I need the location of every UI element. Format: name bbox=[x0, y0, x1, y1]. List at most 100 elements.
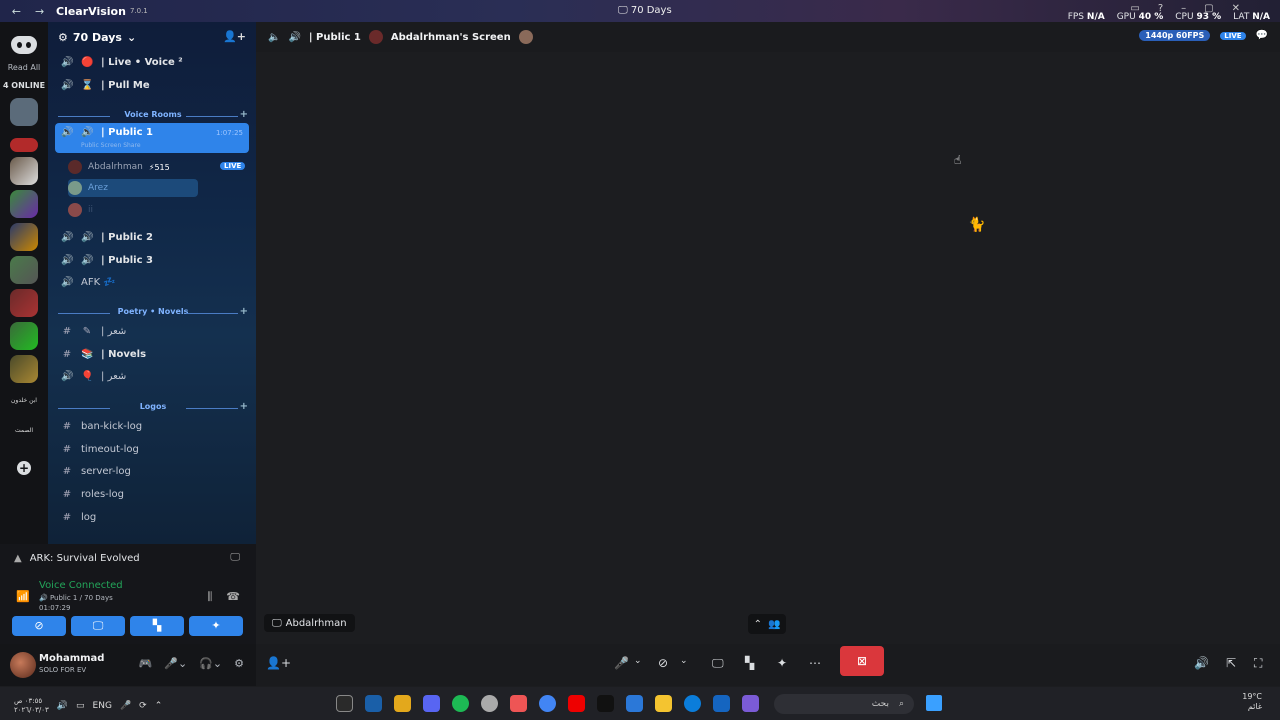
headphones-icon[interactable]: 🎧⌄ bbox=[199, 657, 222, 670]
stream-view[interactable]: FPS N/A GPU 40 % CPU 93 % LAT N/A bbox=[256, 12, 1280, 687]
camera-off-button[interactable]: ⊘ bbox=[12, 616, 66, 636]
chat-bubble-icon[interactable]: 💬 bbox=[1256, 30, 1268, 41]
file-explorer-icon[interactable] bbox=[655, 695, 672, 712]
category-voice-rooms[interactable]: Voice Rooms + bbox=[58, 109, 248, 122]
popout-icon[interactable]: ⇱ bbox=[1226, 656, 1236, 670]
discord-app-icon[interactable] bbox=[423, 695, 440, 712]
microphone-icon[interactable]: 🎤 bbox=[614, 656, 629, 670]
volume-icon[interactable]: 🔊 bbox=[57, 701, 68, 711]
add-channel-icon[interactable]: + bbox=[240, 401, 248, 412]
channel-afk[interactable]: 🔊 AFK 💤 bbox=[55, 272, 249, 292]
voice-channel-path[interactable]: 🔊 Public 1 / 70 Days bbox=[39, 594, 113, 602]
server-folder-icon[interactable] bbox=[10, 223, 38, 251]
avatar[interactable] bbox=[10, 652, 36, 678]
settings-gear-icon[interactable]: ⚙ bbox=[234, 657, 244, 670]
server-icon[interactable] bbox=[10, 138, 38, 152]
chevron-up-icon[interactable]: ⌃ bbox=[155, 701, 163, 711]
category-poetry-novels[interactable]: Poetry • Novels + bbox=[58, 306, 248, 319]
server-folder-icon[interactable] bbox=[10, 355, 38, 383]
weather-widget[interactable]: 19°C غائم bbox=[1242, 692, 1262, 712]
camera-off-icon[interactable]: ⊘ bbox=[658, 656, 668, 670]
activities-icon[interactable]: ▚ bbox=[745, 656, 754, 670]
server-folder-icon[interactable] bbox=[10, 256, 38, 284]
channel-log[interactable]: # log bbox=[55, 507, 249, 527]
tiktok-app-icon[interactable] bbox=[597, 695, 614, 712]
chevron-down-icon[interactable]: ⌄ bbox=[634, 656, 642, 666]
screen-share-button[interactable]: 🖵 bbox=[71, 616, 125, 636]
steam-app-icon[interactable] bbox=[365, 695, 382, 712]
chrome-app-icon[interactable] bbox=[539, 695, 556, 712]
expand-participants-button[interactable]: ⌃ 👥 bbox=[748, 614, 786, 634]
steelseries-app-icon[interactable] bbox=[481, 695, 498, 712]
channel-pull-me[interactable]: 🔊 ⌛ | Pull Me bbox=[55, 75, 249, 95]
copilot-app-icon[interactable] bbox=[742, 695, 759, 712]
activities-button[interactable]: ▚ bbox=[130, 616, 184, 636]
add-user-icon[interactable]: 👤+ bbox=[266, 656, 291, 670]
voice-status[interactable]: Voice Connected bbox=[39, 580, 123, 591]
spotify-app-icon[interactable] bbox=[452, 695, 469, 712]
start-button-icon[interactable] bbox=[926, 695, 942, 711]
signal-icon[interactable]: 📶 bbox=[16, 590, 30, 603]
language-indicator[interactable]: ENG bbox=[93, 701, 112, 711]
discord-home-icon[interactable] bbox=[11, 36, 37, 54]
clock[interactable]: ٠٣:٥٥ ص ٢٠٢٦/٠٣/٠٣ bbox=[14, 697, 49, 715]
invite-people-icon[interactable]: 👤+ bbox=[223, 30, 246, 43]
voice-user[interactable]: Arez bbox=[68, 179, 198, 197]
gamepad-icon[interactable]: 🎮 bbox=[139, 657, 153, 670]
channel-ban-kick-log[interactable]: # ban-kick-log bbox=[55, 416, 249, 436]
channel-poetry[interactable]: # ✎ | شعر bbox=[55, 321, 249, 341]
server-icon[interactable] bbox=[10, 98, 38, 126]
stop-stream-button[interactable]: ⊠ bbox=[840, 646, 884, 676]
activity-panel[interactable]: ▲ ARK: Survival Evolved 🖵 bbox=[0, 544, 256, 572]
copilot-icon[interactable]: ⟳ bbox=[139, 701, 147, 711]
add-channel-icon[interactable]: + bbox=[240, 109, 248, 120]
channel-novels[interactable]: # 📚 | Novels bbox=[55, 344, 249, 364]
channel-public-2[interactable]: 🔊 🔊 | Public 2 bbox=[55, 227, 249, 247]
channel-poetry-voice[interactable]: 🔊 🎈 | شعر bbox=[55, 366, 249, 386]
server-folder-icon[interactable] bbox=[10, 322, 38, 350]
soundboard-button[interactable]: ✦ bbox=[189, 616, 243, 636]
app-icon[interactable] bbox=[394, 695, 411, 712]
channel-public-1[interactable]: 🔊 🔊 | Public 1 1:07:25 Public Screen Sha… bbox=[55, 123, 249, 153]
user-name[interactable]: Mohammad bbox=[39, 653, 104, 664]
microphone-icon[interactable]: 🎤 bbox=[120, 701, 131, 711]
server-header[interactable]: ⚙ 70 Days ⌄ 👤+ bbox=[48, 22, 256, 52]
soundboard-icon[interactable]: ✦ bbox=[777, 656, 787, 670]
server-label[interactable]: ابن خلدون bbox=[11, 397, 37, 413]
screen-share-icon[interactable]: 🖵 bbox=[712, 656, 724, 671]
chevron-down-icon[interactable]: ⌄ bbox=[680, 656, 688, 666]
server-folder-icon[interactable] bbox=[10, 157, 38, 185]
more-options-icon[interactable]: ⋯ bbox=[809, 656, 821, 670]
channel-roles-log[interactable]: # roles-log bbox=[55, 484, 249, 504]
search-box[interactable]: بحث ⌕ bbox=[774, 694, 914, 714]
volume-icon[interactable]: 🔊 bbox=[1194, 656, 1209, 670]
fullscreen-icon[interactable]: ⛶ bbox=[1254, 656, 1262, 671]
channel-live-voice[interactable]: 🔊 🔴 | Live • Voice ² bbox=[55, 52, 249, 72]
edge-app-icon[interactable] bbox=[684, 695, 701, 712]
microphone-icon[interactable]: 🎤⌄ bbox=[164, 657, 187, 670]
store-app-icon[interactable] bbox=[626, 695, 643, 712]
category-logs[interactable]: Logos + bbox=[58, 401, 248, 414]
battery-icon[interactable]: ▭ bbox=[76, 701, 85, 711]
noise-suppression-icon[interactable]: ⫼ bbox=[207, 590, 212, 604]
outlook-app-icon[interactable] bbox=[713, 695, 730, 712]
channel-timeout-log[interactable]: # timeout-log bbox=[55, 439, 249, 459]
disconnect-icon[interactable]: ☎ bbox=[226, 590, 240, 604]
add-channel-icon[interactable]: + bbox=[240, 306, 248, 317]
back-arrow-icon[interactable]: ← bbox=[12, 5, 21, 18]
server-label[interactable]: الصمت bbox=[15, 427, 33, 443]
stage-channel[interactable]: | Public 1 bbox=[309, 32, 361, 43]
voice-user[interactable]: Abdalrhman ⚡515 bbox=[68, 158, 170, 176]
voice-user[interactable]: ii bbox=[68, 201, 93, 219]
channel-public-3[interactable]: 🔊 🔊 | Public 3 bbox=[55, 250, 249, 270]
brave-app-icon[interactable] bbox=[510, 695, 527, 712]
server-folder-icon[interactable] bbox=[10, 289, 38, 317]
channel-server-log[interactable]: # server-log bbox=[55, 461, 249, 481]
read-all-button[interactable]: Read All bbox=[8, 63, 41, 72]
forward-arrow-icon[interactable]: → bbox=[35, 5, 44, 18]
share-screen-icon[interactable]: 🖵 bbox=[230, 552, 240, 563]
server-folder-icon[interactable] bbox=[10, 190, 38, 218]
ark-app-icon[interactable] bbox=[336, 695, 353, 712]
add-server-icon[interactable]: + bbox=[17, 461, 31, 475]
youtube-app-icon[interactable] bbox=[568, 695, 585, 712]
